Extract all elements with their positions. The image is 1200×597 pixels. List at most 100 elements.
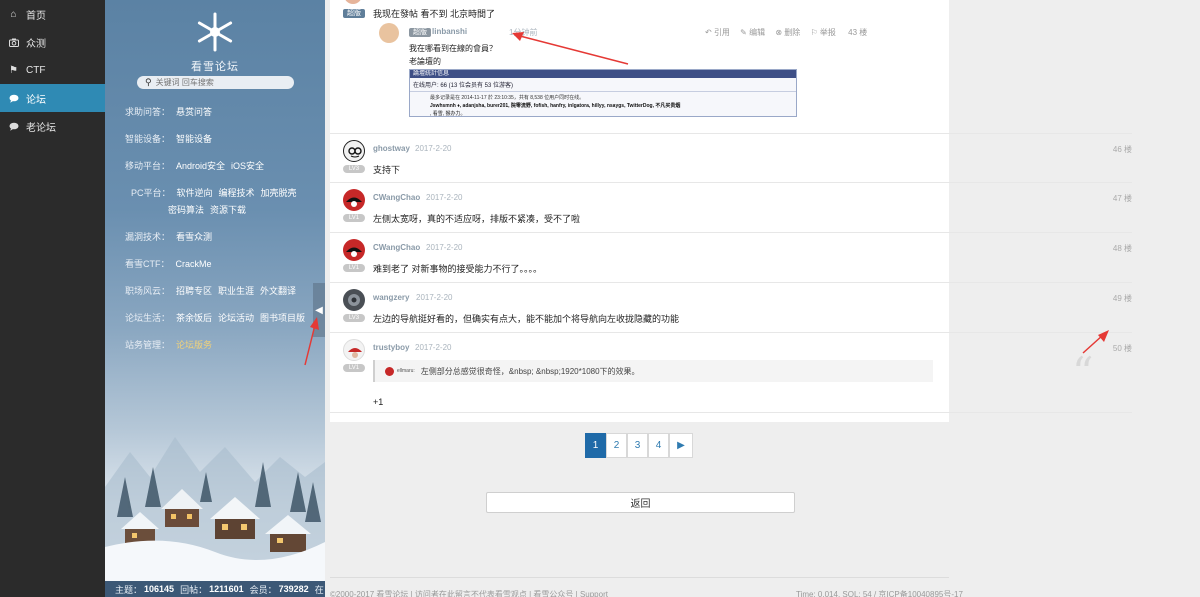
- avatar[interactable]: [343, 339, 365, 361]
- avatar: [379, 23, 399, 43]
- username[interactable]: CWangChao: [373, 193, 420, 202]
- category-link-programming[interactable]: 编程技术: [219, 188, 255, 198]
- username[interactable]: wangzery: [373, 293, 409, 302]
- forum-sidebar: 看雪论坛 ⚲ 求助问答： 悬赏问答 智能设备： 智能设备 移动平台： Android安…: [105, 0, 325, 597]
- category-row-help: 求助问答： 悬赏问答: [125, 105, 218, 118]
- report-button[interactable]: ⚐ 举报: [811, 28, 836, 37]
- level-badge: LV1: [343, 364, 365, 372]
- category-row-mobile: 移动平台： Android安全 iOS安全: [125, 159, 270, 172]
- top-post: 超版 我现在發帖 看不到 北京時間了 超版 linbanshi 1分钟前 ↶ 引…: [330, 0, 949, 132]
- post-time: 1分钟前: [509, 28, 538, 37]
- avatar[interactable]: [343, 289, 365, 311]
- nav-item-home[interactable]: ⌂ 首页: [0, 0, 105, 28]
- snowflake-logo: [197, 12, 233, 52]
- category-link-crackme[interactable]: CrackMe: [176, 259, 212, 269]
- category-row-admin: 站务管理： 论坛版务: [125, 338, 218, 351]
- username[interactable]: CWangChao: [373, 243, 420, 252]
- footer-stats: Time: 0.014, SQL: 54 / 京ICP备10040895号-17: [796, 590, 963, 597]
- category-link-android[interactable]: Android安全: [176, 161, 225, 171]
- post-date: 2017-2-20: [426, 193, 463, 202]
- username[interactable]: ghostway: [373, 144, 410, 153]
- category-link-events[interactable]: 论坛活动: [218, 313, 254, 323]
- post-date: 2017-2-20: [426, 243, 463, 252]
- arrow-left-icon: ◀: [315, 304, 323, 316]
- floor-number: 50 楼: [1112, 344, 1132, 353]
- category-label: 站务管理：: [125, 340, 171, 350]
- screenshot-title: 論壇統計信息: [410, 70, 796, 78]
- avatar[interactable]: [343, 189, 365, 211]
- reply-text: +1: [373, 397, 384, 407]
- page-4-button[interactable]: 4: [648, 433, 669, 458]
- category-link-books[interactable]: 图书项目版: [260, 313, 305, 323]
- forum-search-input[interactable]: [155, 78, 286, 87]
- category-link-unpacking[interactable]: 加壳脱壳: [261, 188, 297, 198]
- page-1-button[interactable]: 1: [585, 433, 606, 458]
- category-link-reward-qa[interactable]: 悬赏问答: [176, 107, 212, 117]
- reply-item: LV3 wangzery 2017-2-20 49 楼 左边的导航挺好看的，但确…: [330, 282, 1132, 332]
- category-label: 智能设备：: [125, 134, 171, 144]
- post-text: 我现在發帖 看不到 北京時間了: [373, 9, 496, 19]
- nav-item-crowdtest[interactable]: 众测: [0, 28, 105, 56]
- category-label: PC平台：: [131, 188, 171, 198]
- forum-title: 看雪论坛: [191, 61, 239, 73]
- avatar[interactable]: [343, 140, 365, 162]
- stat-label: 主题：: [115, 584, 143, 595]
- quoted-line: 老論壇的: [409, 57, 441, 66]
- category-link-career[interactable]: 职业生涯: [218, 286, 254, 296]
- nav-item-forum[interactable]: 论坛: [0, 84, 105, 112]
- edit-button[interactable]: ✎ 编辑: [740, 28, 765, 37]
- avatar[interactable]: [343, 239, 365, 261]
- forum-stats-bar: 主题： 106145 回帖： 1211601 会员： 739282 在: [105, 581, 325, 597]
- stat-label: 回帖：: [180, 584, 208, 595]
- category-link-chat[interactable]: 茶余饭后: [176, 313, 212, 323]
- nav-item-old-forum[interactable]: 老论坛: [0, 112, 105, 140]
- nav-item-ctf[interactable]: ⚑ CTF: [0, 56, 105, 84]
- reply-item: LV3 ghostway 2017-2-20 46 楼 支持下: [330, 133, 1132, 183]
- nav-item-label: 首页: [26, 10, 46, 22]
- level-badge: LV1: [343, 214, 365, 222]
- category-link-reverse[interactable]: 软件逆向: [177, 188, 213, 198]
- nav-item-label: CTF: [26, 64, 46, 76]
- category-link-forum-admin[interactable]: 论坛版务: [176, 340, 212, 350]
- category-row-iot: 智能设备： 智能设备: [125, 132, 218, 145]
- nav-item-label: 论坛: [26, 94, 46, 106]
- category-row-pc: PC平台： 软件逆向 编程技术 加壳脱壳: [131, 186, 303, 199]
- category-link-ios[interactable]: iOS安全: [231, 161, 264, 171]
- username[interactable]: linbanshi: [432, 27, 467, 36]
- reply-text: 左边的导航挺好看的，但确实有点大，能不能加个将导航向左收拢隐藏的功能: [373, 314, 680, 324]
- category-link-downloads[interactable]: 资源下载: [210, 205, 246, 215]
- post-actions: ↶ 引用 ✎ 编辑 ⊗ 删除 ⚐ 举报 43 楼: [705, 27, 867, 38]
- back-button[interactable]: 返回: [486, 492, 795, 513]
- category-row-ctf: 看雪CTF： CrackMe: [125, 257, 218, 270]
- category-row-career: 职场风云： 招聘专区 职业生涯 外文翻译: [125, 284, 302, 297]
- page-3-button[interactable]: 3: [627, 433, 648, 458]
- forum-search-box[interactable]: ⚲: [137, 76, 294, 89]
- post-date: 2017-2-20: [416, 293, 453, 302]
- floor-number: 47 楼: [1112, 194, 1132, 203]
- reply-item: LV1 trustyboy 2017-2-20 50 楼 ellmaru: 左侧…: [330, 332, 1132, 413]
- post-date: 2017-2-20: [415, 144, 452, 153]
- action-label: 编辑: [749, 28, 766, 37]
- sidebar-collapse-handle[interactable]: ◀: [313, 283, 325, 337]
- category-link-crypto[interactable]: 密码算法: [168, 205, 204, 215]
- category-link-crowdtest[interactable]: 看雪众测: [176, 232, 212, 242]
- next-page-button[interactable]: ▶: [669, 433, 693, 458]
- quote-button[interactable]: ↶ 引用: [705, 28, 730, 37]
- role-badge: 超版: [409, 28, 431, 37]
- stat-label: 在: [314, 584, 324, 595]
- reply-item: LV1 CWangChao 2017-2-20 47 楼 左侧太宽呀，真的不适应…: [330, 182, 1132, 232]
- topics-count: 106145: [144, 584, 175, 594]
- page-2-button[interactable]: 2: [606, 433, 627, 458]
- search-icon: ⚲: [145, 77, 152, 87]
- screenshot-line: , 看雪, 猴办力。: [430, 111, 466, 117]
- username[interactable]: trustyboy: [373, 343, 409, 352]
- quoted-text: 左侧部分总感觉很奇怪，&nbsp; &nbsp;1920*1080下的效果。: [420, 366, 640, 376]
- category-row-pc-cont: 密码算法 资源下载: [168, 203, 252, 216]
- category-label: 论坛生活：: [125, 313, 171, 323]
- delete-button[interactable]: ⊗ 删除: [775, 28, 800, 37]
- category-link-translation[interactable]: 外文翻译: [260, 286, 296, 296]
- category-link-smart-devices[interactable]: 智能设备: [176, 134, 212, 144]
- category-link-jobs[interactable]: 招聘专区: [176, 286, 212, 296]
- category-label: 求助问答：: [125, 107, 171, 117]
- embedded-screenshot: 論壇統計信息 在线用户: 66 (13 位会员有 53 位游客) 最多记录是在 …: [409, 69, 797, 117]
